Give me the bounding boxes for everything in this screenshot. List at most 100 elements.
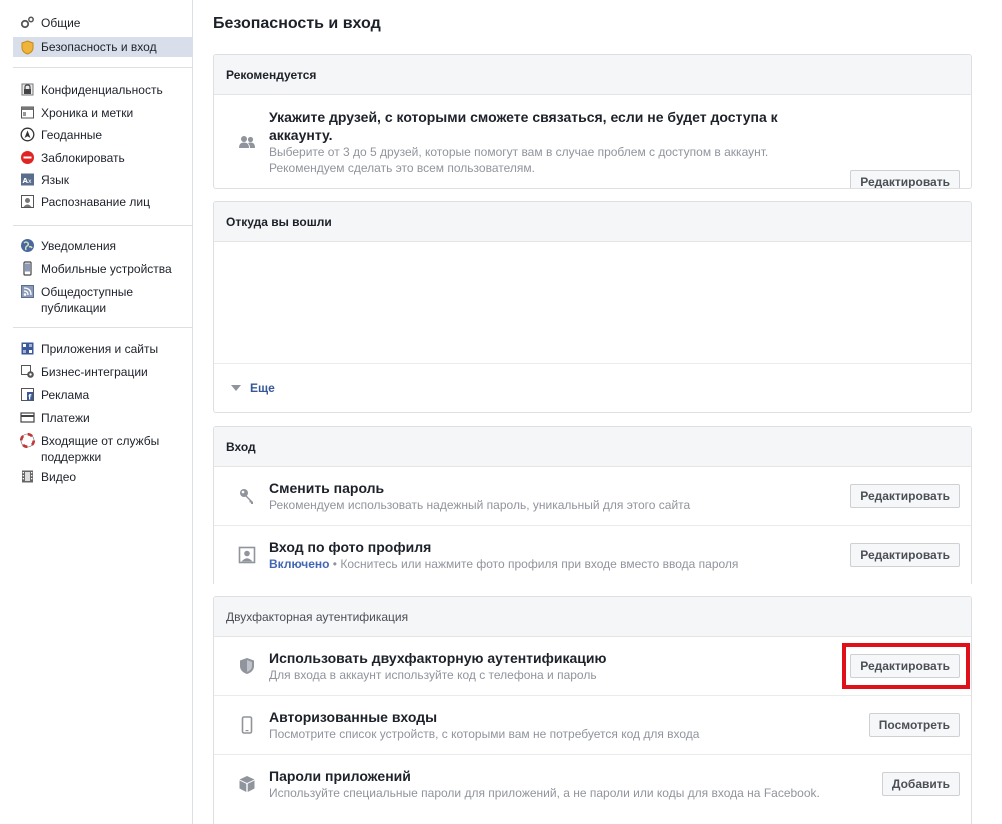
sidebar-item-ads[interactable]: f Реклама [13, 387, 193, 403]
caret-down-icon [231, 385, 241, 391]
sidebar-item-face-recognition[interactable]: Распознавание лиц [13, 194, 193, 210]
sidebar-item-language[interactable]: Ax Язык [13, 172, 193, 188]
authorized-logins-desc: Посмотрите список устройств, с которыми … [269, 727, 700, 741]
ads-icon: f [20, 387, 35, 402]
app-passwords-desc: Используйте специальные пароли для прило… [269, 786, 820, 800]
sidebar-item-label: Уведомления [41, 239, 117, 253]
change-password-title: Сменить пароль [269, 480, 385, 496]
sidebar-item-label: Реклама [41, 388, 90, 402]
enabled-status: Включено [269, 557, 330, 571]
sidebar-item-label: Заблокировать [41, 151, 125, 165]
film-icon [20, 469, 35, 484]
sidebar-item-label: Конфиденциальность [41, 83, 163, 97]
phone-icon [238, 716, 256, 734]
sidebar-item-block[interactable]: Заблокировать [13, 150, 193, 166]
sidebar-item-label: Общедоступные публикации [41, 285, 134, 315]
location-icon [20, 127, 35, 142]
profile-photo-icon [238, 546, 256, 564]
lifebuoy-icon [20, 433, 35, 448]
sidebar-item-label: Хроника и метки [41, 106, 134, 120]
trusted-contacts-title: Укажите друзей, с которыми сможете связа… [269, 109, 778, 143]
sidebar-item-label: Приложения и сайты [41, 342, 159, 356]
apps-icon [20, 341, 35, 356]
lock-icon [20, 82, 35, 97]
login-header: Вход [214, 427, 971, 467]
timeline-icon [20, 105, 35, 120]
sidebar-item-general[interactable]: Общие [13, 15, 193, 31]
sidebar-item-label: Геоданные [41, 128, 103, 142]
sidebar-item-location[interactable]: Геоданные [13, 127, 193, 143]
globe-icon [20, 238, 35, 253]
business-icon [20, 364, 35, 379]
sidebar-item-label: Язык [41, 173, 70, 187]
sidebar-divider [13, 67, 193, 68]
two-factor-panel: Двухфакторная аутентификация Использоват… [213, 596, 972, 824]
language-icon: Ax [20, 172, 35, 187]
change-password-edit-button[interactable]: Редактировать [850, 484, 960, 508]
sidebar-item-video[interactable]: Видео [13, 469, 193, 485]
use-two-factor-title: Использовать двухфакторную аутентификаци… [269, 650, 607, 666]
sidebar-item-label: Общие [41, 16, 81, 30]
trusted-contacts-desc: Выберите от 3 до 5 друзей, которые помог… [269, 145, 769, 175]
sidebar-item-business[interactable]: Бизнес-интеграции [13, 364, 193, 380]
sidebar-item-public-posts[interactable]: Общедоступные публикации [13, 284, 183, 316]
cube-icon [238, 775, 256, 793]
app-passwords-title: Пароли приложений [269, 768, 411, 784]
sidebar-divider [13, 225, 193, 226]
more-label: Еще [250, 381, 275, 395]
profile-photo-login-desc-text: • Коснитесь или нажмите фото профиля при… [329, 557, 739, 571]
change-password-row: Сменить пароль Рекомендуем использовать … [214, 467, 971, 526]
shield-icon [238, 657, 256, 675]
sidebar-item-privacy[interactable]: Конфиденциальность [13, 82, 193, 98]
trusted-contacts-row: Укажите друзей, с которыми сможете связа… [214, 95, 971, 188]
sessions-list [214, 242, 971, 364]
profile-photo-login-row: Вход по фото профиля Включено • Коснитес… [214, 526, 971, 584]
trusted-contacts-edit-button[interactable]: Редактировать [850, 170, 960, 188]
profile-photo-login-title: Вход по фото профиля [269, 539, 432, 555]
sidebar-item-timeline[interactable]: Хроника и метки [13, 105, 193, 121]
payments-icon [20, 410, 35, 425]
sidebar-item-mobile[interactable]: Мобильные устройства [13, 261, 193, 277]
login-panel: Вход Сменить пароль Рекомендуем использо… [213, 426, 972, 584]
rss-icon [20, 284, 35, 299]
change-password-desc: Рекомендуем использовать надежный пароль… [269, 498, 691, 512]
two-factor-header: Двухфакторная аутентификация [214, 597, 971, 637]
sidebar-item-label: Безопасность и вход [41, 40, 157, 54]
mobile-icon [20, 261, 35, 276]
where-logged-in-panel: Откуда вы вошли Еще [213, 201, 972, 413]
profile-photo-login-edit-button[interactable]: Редактировать [850, 543, 960, 567]
sidebar-item-support-inbox[interactable]: Входящие от службы поддержки [13, 433, 183, 465]
profile-photo-login-desc: Включено • Коснитесь или нажмите фото пр… [269, 556, 738, 572]
app-passwords-row: Пароли приложений Используйте специальны… [214, 755, 971, 824]
more-link[interactable]: Еще [231, 381, 275, 395]
authorized-logins-title: Авторизованные входы [269, 709, 438, 725]
page-title: Безопасность и вход [213, 15, 381, 32]
sidebar-item-label: Мобильные устройства [41, 262, 172, 276]
sidebar-item-notifications[interactable]: Уведомления [13, 238, 193, 254]
use-two-factor-desc: Для входа в аккаунт используйте код с те… [269, 668, 597, 682]
recommended-panel: Рекомендуется Укажите друзей, с которыми… [213, 54, 972, 189]
settings-sidebar: Общие Безопасность и вход Конфиденциальн… [0, 0, 193, 824]
friends-icon [238, 133, 256, 151]
gears-icon [20, 15, 35, 30]
sidebar-item-label: Распознавание лиц [41, 195, 150, 209]
face-recognition-icon [20, 194, 35, 209]
app-passwords-add-button[interactable]: Добавить [881, 772, 960, 796]
shield-badge-icon [20, 39, 35, 55]
sidebar-item-apps[interactable]: Приложения и сайты [13, 341, 193, 357]
sidebar-item-label: Видео [41, 470, 77, 484]
recommended-header: Рекомендуется [214, 55, 971, 95]
key-icon [238, 487, 256, 505]
sidebar-item-label: Входящие от службы поддержки [41, 434, 160, 464]
sidebar-divider [13, 327, 193, 328]
sidebar-item-payments[interactable]: Платежи [13, 410, 193, 426]
svg-text:x: x [28, 178, 32, 185]
sidebar-item-label: Платежи [41, 411, 90, 425]
more-row: Еще [214, 364, 971, 412]
where-logged-in-header: Откуда вы вошли [214, 202, 971, 242]
authorized-logins-row: Авторизованные входы Посмотрите список у… [214, 696, 971, 755]
authorized-logins-view-button[interactable]: Посмотреть [868, 713, 960, 737]
sidebar-item-label: Бизнес-интеграции [41, 365, 148, 379]
highlight-box [842, 643, 970, 689]
sidebar-item-security[interactable]: Безопасность и вход [13, 37, 193, 57]
